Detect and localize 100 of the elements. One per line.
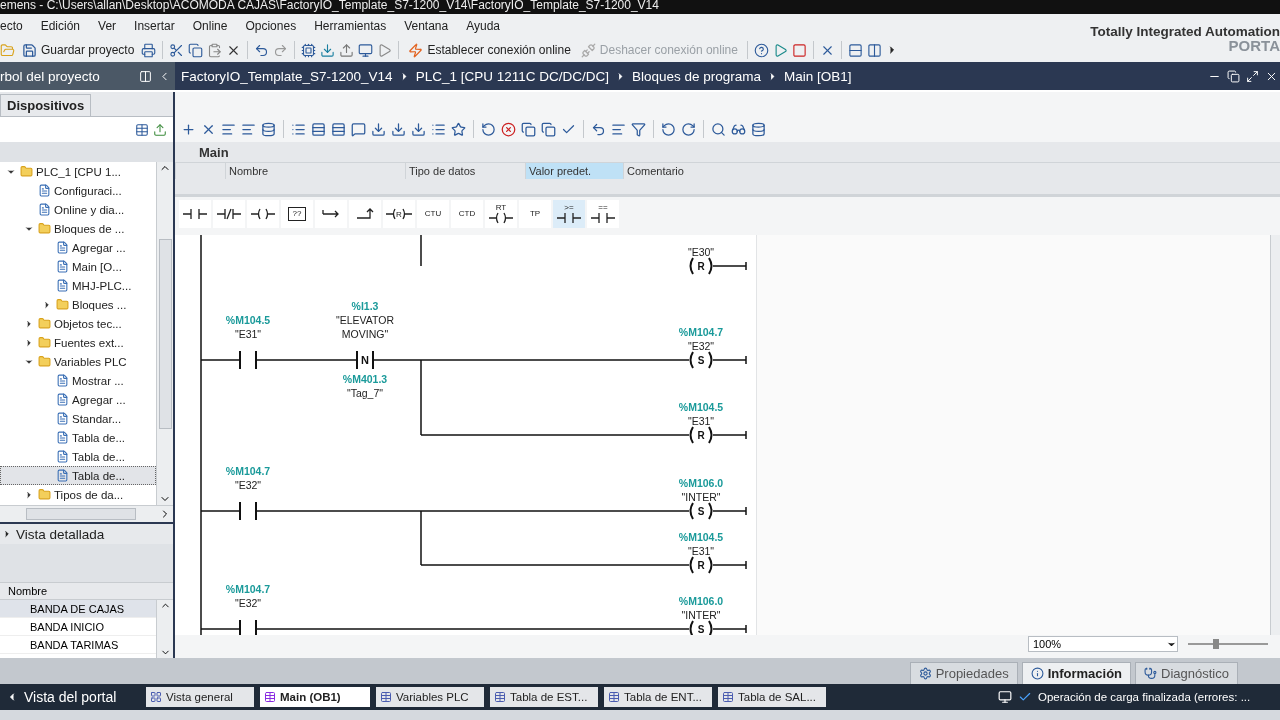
breadcrumb-item[interactable]: Bloques de programa bbox=[631, 68, 762, 84]
editor-tool-icon[interactable] bbox=[351, 121, 366, 137]
instruction-button[interactable]: CTD bbox=[451, 200, 483, 228]
scrollbar[interactable] bbox=[156, 600, 173, 658]
menu-item[interactable]: ecto bbox=[0, 19, 32, 33]
stop-icon[interactable] bbox=[791, 42, 807, 58]
devices-tab[interactable]: Dispositivos bbox=[0, 94, 92, 116]
menu-item[interactable]: Edición bbox=[31, 19, 90, 33]
zoom-field[interactable]: 100% bbox=[1028, 636, 1178, 652]
editor-tool-icon[interactable] bbox=[431, 121, 446, 137]
editor-tool-icon[interactable] bbox=[711, 121, 726, 137]
scrollbar[interactable] bbox=[156, 162, 173, 505]
compile-icon[interactable] bbox=[301, 42, 317, 58]
tree-item[interactable]: Standar... bbox=[0, 409, 156, 428]
editor-tool-icon[interactable] bbox=[501, 121, 516, 137]
instruction-button[interactable]: R bbox=[383, 200, 415, 228]
editor-tool-icon[interactable] bbox=[751, 121, 766, 137]
instruction-button[interactable]: TP bbox=[519, 200, 551, 228]
editor-tool-icon[interactable] bbox=[481, 121, 496, 137]
tree-item[interactable]: Tabla de... bbox=[0, 466, 156, 485]
inspector-tab[interactable]: Información bbox=[1021, 662, 1132, 684]
undo-icon[interactable] bbox=[254, 42, 270, 58]
column-header[interactable]: Valor predet. bbox=[525, 163, 623, 179]
tree-item[interactable]: Bloques ... bbox=[0, 295, 156, 314]
tree-item[interactable]: Variables PLC bbox=[0, 352, 156, 371]
instruction-button[interactable] bbox=[179, 200, 211, 228]
editor-tab[interactable]: Main (OB1) bbox=[260, 687, 370, 707]
instruction-button[interactable] bbox=[315, 200, 347, 228]
tree-item[interactable]: MHJ-PLC... bbox=[0, 276, 156, 295]
start-icon[interactable] bbox=[772, 42, 788, 58]
editor-tool-icon[interactable] bbox=[411, 121, 426, 137]
editor-tool-icon[interactable] bbox=[451, 121, 466, 137]
instruction-button[interactable]: CTU bbox=[417, 200, 449, 228]
cut-icon[interactable] bbox=[169, 42, 185, 58]
instruction-button[interactable] bbox=[349, 200, 381, 228]
editor-tool-icon[interactable] bbox=[611, 121, 626, 137]
upload-icon[interactable] bbox=[339, 42, 355, 58]
toolbar-button[interactable]: Establecer conexión online bbox=[405, 42, 574, 58]
editor-tool-icon[interactable] bbox=[591, 121, 606, 137]
menu-item[interactable]: Insertar bbox=[125, 19, 184, 33]
instruction-button[interactable]: >= bbox=[553, 200, 585, 228]
download-icon[interactable] bbox=[320, 42, 336, 58]
breadcrumb-item[interactable]: PLC_1 [CPU 1211C DC/DC/DC] bbox=[415, 68, 609, 84]
editor-tool-icon[interactable] bbox=[371, 121, 386, 137]
tree-item[interactable]: Online y dia... bbox=[0, 200, 156, 219]
tree-item[interactable]: Tabla de... bbox=[0, 428, 156, 447]
instruction-button[interactable]: ?? bbox=[281, 200, 313, 228]
editor-tab[interactable]: Tabla de EST... bbox=[490, 687, 598, 707]
scrollbar[interactable] bbox=[0, 505, 173, 522]
editor-tool-icon[interactable] bbox=[391, 121, 406, 137]
editor-tool-icon[interactable] bbox=[291, 121, 306, 137]
pin-icon[interactable] bbox=[139, 69, 152, 83]
monitor-icon[interactable] bbox=[358, 42, 374, 58]
instruction-button[interactable]: RT bbox=[485, 200, 517, 228]
menu-item[interactable]: Ventana bbox=[395, 19, 458, 33]
detail-row[interactable]: BANDA DE CAJAS bbox=[0, 600, 156, 618]
help-icon[interactable] bbox=[753, 42, 769, 58]
editor-tool-icon[interactable] bbox=[241, 121, 256, 137]
menu-item[interactable]: Ayuda bbox=[457, 19, 510, 33]
editor-tool-icon[interactable] bbox=[631, 121, 646, 137]
table-view-icon[interactable] bbox=[135, 122, 149, 137]
slider-thumb[interactable] bbox=[1213, 639, 1219, 649]
tree-item[interactable]: Agregar ... bbox=[0, 238, 156, 257]
tree-item[interactable]: Bloques de ... bbox=[0, 219, 156, 238]
editor-tool-icon[interactable] bbox=[261, 121, 276, 137]
inspector-tab[interactable]: Propiedades bbox=[909, 662, 1018, 684]
collapse-icon[interactable] bbox=[2, 529, 12, 539]
copy-icon[interactable] bbox=[188, 42, 204, 58]
instruction-button[interactable] bbox=[247, 200, 279, 228]
menu-item[interactable]: Opciones bbox=[236, 19, 306, 33]
tree-item[interactable]: Agregar ... bbox=[0, 390, 156, 409]
split-vertical-icon[interactable] bbox=[866, 42, 882, 58]
tree-item[interactable]: PLC_1 [CPU 1... bbox=[0, 162, 156, 181]
toolbar-button[interactable]: Guardar proyecto bbox=[19, 42, 138, 58]
inspector-tab[interactable]: Diagnóstico bbox=[1135, 662, 1238, 684]
menu-item[interactable]: Herramientas bbox=[305, 19, 396, 33]
split-horizontal-icon[interactable] bbox=[847, 42, 863, 58]
editor-tool-icon[interactable] bbox=[311, 121, 326, 137]
editor-tool-icon[interactable] bbox=[331, 121, 346, 137]
instruction-button[interactable] bbox=[213, 200, 245, 228]
editor-tool-icon[interactable] bbox=[521, 121, 536, 137]
breadcrumb-item[interactable]: FactoryIO_Template_S7-1200_V14 bbox=[181, 68, 393, 84]
editor-tool-icon[interactable] bbox=[181, 121, 196, 137]
portal-view-button[interactable]: Vista del portal bbox=[0, 688, 140, 706]
simulation-icon[interactable] bbox=[377, 42, 393, 58]
editor-tab[interactable]: Vista general bbox=[146, 687, 254, 707]
instruction-button[interactable]: == bbox=[587, 200, 619, 228]
tree-item[interactable]: Configuraci... bbox=[0, 181, 156, 200]
tree-item[interactable]: Tipos de da... bbox=[0, 485, 156, 504]
editor-tool-icon[interactable] bbox=[541, 121, 556, 137]
editor-tool-icon[interactable] bbox=[221, 121, 236, 137]
restore-icon[interactable] bbox=[1227, 69, 1240, 83]
breadcrumb-item[interactable]: Main [OB1] bbox=[784, 68, 852, 84]
scrollbar[interactable] bbox=[1270, 235, 1280, 635]
editor-tab[interactable]: Variables PLC bbox=[376, 687, 484, 707]
tree-item[interactable]: Fuentes ext... bbox=[0, 333, 156, 352]
menu-item[interactable]: Ver bbox=[89, 19, 126, 33]
tree-item[interactable]: Tabla de... bbox=[0, 447, 156, 466]
printer-icon[interactable] bbox=[141, 42, 157, 58]
editor-tab[interactable]: Tabla de ENT... bbox=[604, 687, 712, 707]
